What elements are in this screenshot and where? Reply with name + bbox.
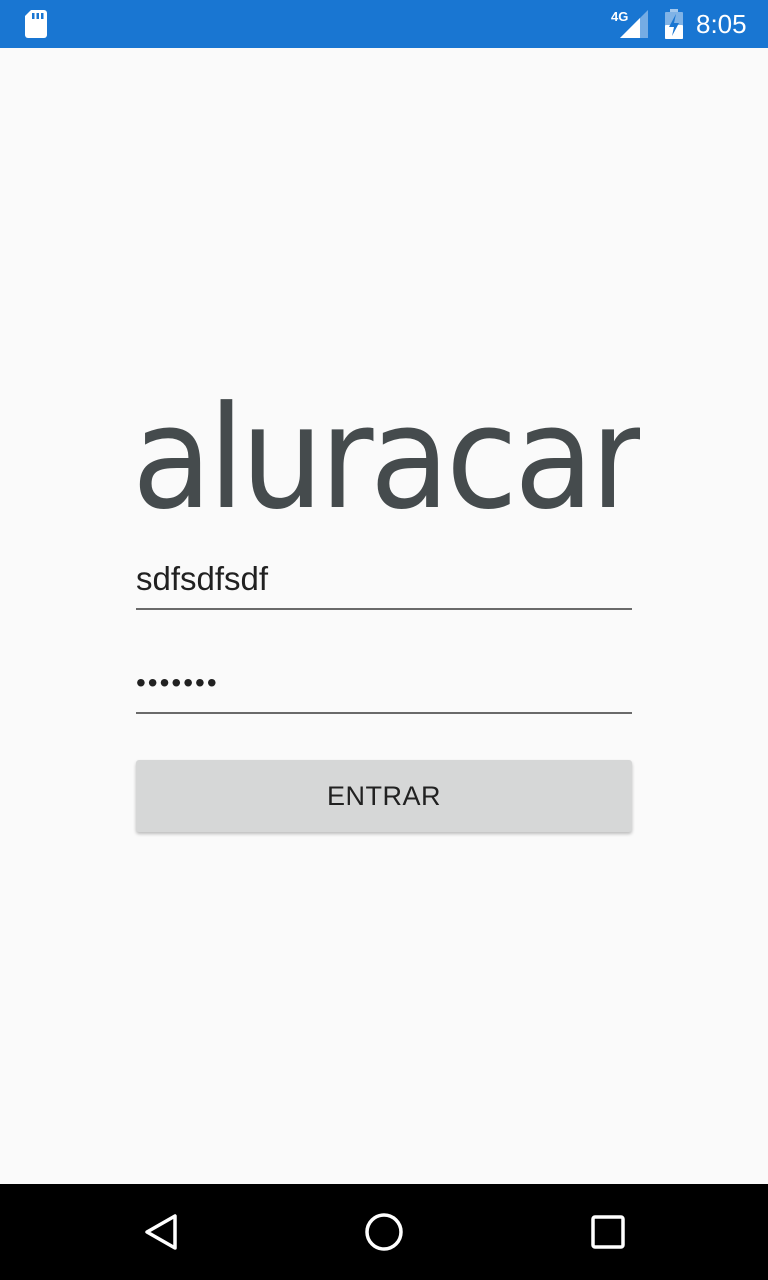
login-screen: aluracar ENTRAR (0, 48, 768, 1184)
recents-icon[interactable] (584, 1208, 632, 1256)
entrar-button[interactable]: ENTRAR (136, 760, 632, 832)
signal-4g-icon: 4G (610, 8, 650, 40)
password-input[interactable] (136, 654, 632, 712)
home-icon[interactable] (360, 1208, 408, 1256)
password-underline (136, 712, 632, 714)
back-icon[interactable] (136, 1208, 184, 1256)
battery-charging-icon (662, 8, 686, 40)
status-bar: 4G 8:05 (0, 0, 768, 48)
aluracar-logo: aluracar (132, 384, 640, 534)
navigation-bar (0, 1184, 768, 1280)
clock: 8:05 (696, 9, 747, 39)
password-field (136, 654, 632, 714)
network-type-label: 4G (611, 9, 628, 24)
username-field (136, 550, 632, 610)
username-underline (136, 608, 632, 610)
username-input[interactable] (136, 550, 632, 608)
sd-card-icon (24, 10, 48, 38)
